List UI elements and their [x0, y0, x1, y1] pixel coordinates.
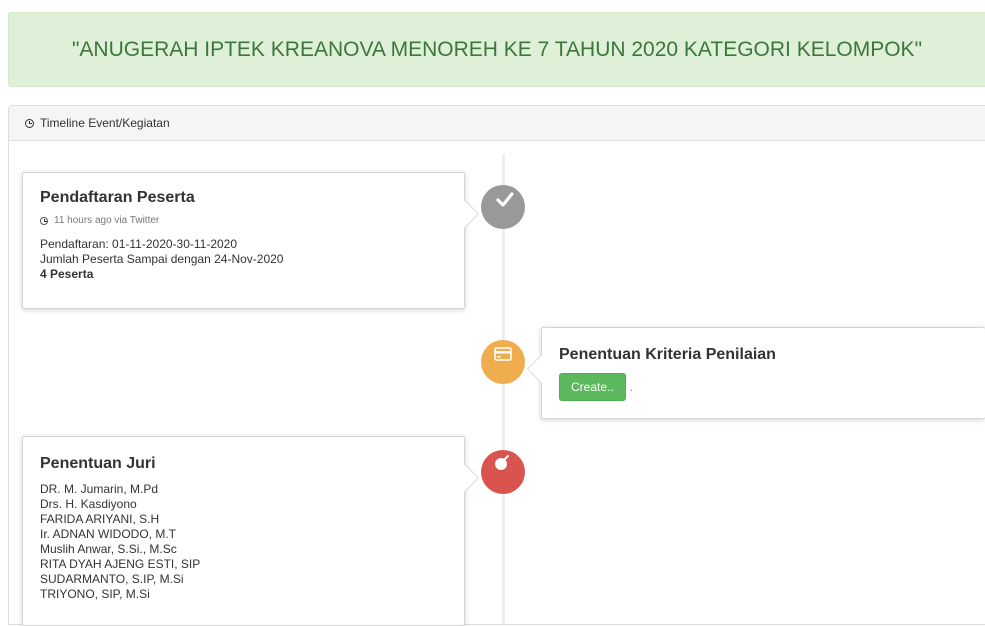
title-banner: "ANUGERAH IPTEK KREANOVA MENOREH KE 7 TA… [8, 12, 985, 87]
jumlah-peserta-label: Jumlah Peserta Sampai dengan 24-Nov-2020 [40, 252, 284, 266]
create-button[interactable]: Create.. [559, 373, 626, 401]
juri-item: Drs. H. Kasdiyono [40, 497, 137, 511]
juri-item: RITA DYAH AJENG ESTI, SIP [40, 557, 201, 571]
juri-item: SUDARMANTO, S.IP, M.Si [40, 572, 184, 586]
check-icon [496, 192, 514, 207]
meta-text: 11 hours ago via Twitter [54, 215, 160, 226]
clock-icon [25, 118, 34, 128]
juri-item: FARIDA ARIYANI, S.H [40, 512, 160, 526]
bomb-icon [495, 455, 509, 470]
juri-item: TRIYONO, SIP, M.Si [40, 587, 150, 601]
clock-icon [40, 216, 48, 225]
timeline-meta: 11 hours ago via Twitter [40, 215, 447, 226]
peserta-count: 4 Peserta [40, 267, 94, 281]
card-title: Penentuan Kriteria Penilaian [559, 346, 776, 363]
juri-item: Ir. ADNAN WIDODO, M.T [40, 527, 177, 541]
card-title: Penentuan Juri [40, 455, 156, 472]
card-title: Pendaftaran Peserta [40, 189, 195, 206]
timeline-card-kriteria: Penentuan Kriteria Penilaian Create.. . [527, 327, 985, 419]
juri-list: DR. M. Jumarin, M.Pd Drs. H. Kasdiyono F… [40, 482, 447, 602]
juri-item: Muslih Anwar, S.Si., M.Sc [40, 542, 177, 556]
panel-heading: Timeline Event/Kegiatan [9, 106, 985, 141]
timeline-card-pendaftaran: Pendaftaran Peserta 11 hours ago via Twi… [22, 172, 479, 309]
banner-title: "ANUGERAH IPTEK KREANOVA MENOREH KE 7 TA… [71, 37, 923, 61]
timeline-badge-orange [481, 340, 525, 384]
panel-heading-label: Timeline Event/Kegiatan [40, 116, 170, 130]
juri-item: DR. M. Jumarin, M.Pd [40, 482, 159, 496]
credit-card-icon [494, 347, 512, 361]
card-body: Pendaftaran: 01-11-2020-30-11-2020 Jumla… [40, 237, 447, 282]
timeline-badge-red [481, 450, 525, 494]
pendaftaran-period: Pendaftaran: 01-11-2020-30-11-2020 [40, 237, 238, 251]
timeline-card-juri: Penentuan Juri DR. M. Jumarin, M.Pd Drs.… [22, 436, 479, 626]
timeline-badge-gray [481, 185, 525, 229]
button-suffix: . [629, 380, 634, 394]
card-actions: Create.. . [559, 373, 968, 401]
